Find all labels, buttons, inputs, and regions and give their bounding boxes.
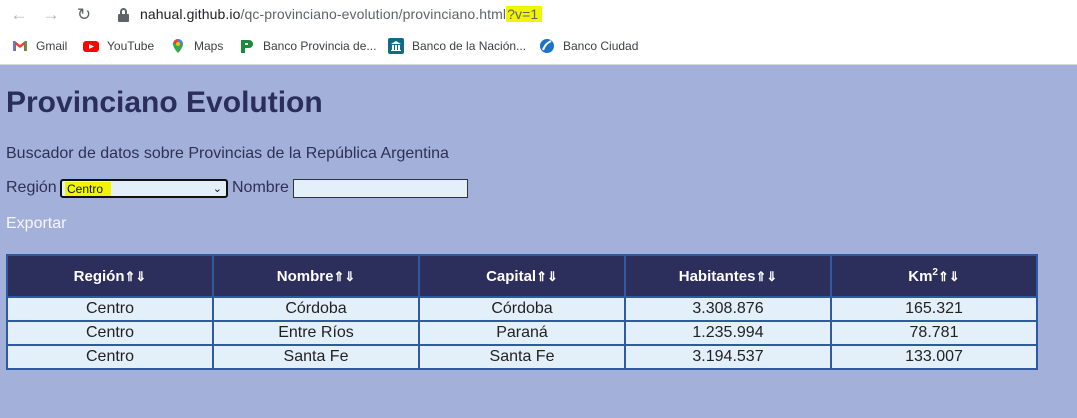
banco-ciudad-icon — [539, 38, 555, 54]
column-header-capital[interactable]: Capital⇑⇓ — [418, 254, 626, 298]
cell-nombre: Córdoba — [212, 296, 420, 322]
url-path: /qc-provinciano-evolution/provinciano.ht… — [240, 6, 507, 22]
column-header-habitantes[interactable]: Habitantes⇑⇓ — [624, 254, 832, 298]
sort-arrows-icon[interactable]: ⇑⇓ — [536, 269, 558, 284]
bookmark-banco-ciudad[interactable]: Banco Ciudad — [539, 36, 638, 56]
bookmark-label: Banco Ciudad — [563, 39, 639, 53]
table-row: Centro Entre Ríos Paraná 1.235.994 78.78… — [6, 320, 1038, 346]
bookmarks-bar: Gmail YouTube Maps Banco Provincia de...… — [0, 36, 1077, 56]
region-label: Región — [6, 179, 57, 196]
lock-icon — [118, 8, 129, 22]
address-bar[interactable]: nahual.github.io/qc-provinciano-evolutio… — [108, 4, 1068, 26]
chevron-down-icon: ⌄ — [212, 183, 222, 195]
reload-icon[interactable]: ↻ — [73, 4, 95, 26]
region-select[interactable]: Centro ⌄ — [60, 179, 228, 198]
header-label: Nombre — [276, 267, 334, 285]
bookmark-label: Gmail — [36, 39, 68, 53]
cell-habitantes: 3.308.876 — [624, 296, 832, 322]
cell-region: Centro — [6, 320, 214, 346]
youtube-icon — [83, 38, 99, 54]
cell-region: Centro — [6, 296, 214, 322]
table-header-row: Región⇑⇓ Nombre⇑⇓ Capital⇑⇓ Habitantes⇑⇓… — [6, 254, 1038, 298]
url-text[interactable]: nahual.github.io/qc-provinciano-evolutio… — [140, 6, 543, 22]
cell-region: Centro — [6, 344, 214, 370]
cell-capital: Paraná — [418, 320, 626, 346]
column-header-km2[interactable]: Km2⇑⇓ — [830, 254, 1038, 298]
bookmark-label: YouTube — [107, 39, 155, 53]
bookmark-banco-nacion[interactable]: Banco de la Nación... — [388, 36, 526, 56]
cell-capital: Córdoba — [418, 296, 626, 322]
export-link[interactable]: Exportar — [6, 215, 66, 233]
name-input[interactable] — [293, 179, 468, 198]
table-row: Centro Córdoba Córdoba 3.308.876 165.321 — [6, 296, 1038, 322]
provinces-table: Región⇑⇓ Nombre⇑⇓ Capital⇑⇓ Habitantes⇑⇓… — [6, 254, 1038, 370]
cell-km2: 133.007 — [830, 344, 1038, 370]
page-subtitle: Buscador de datos sobre Provincias de la… — [6, 145, 449, 162]
banco-nacion-icon — [388, 38, 404, 54]
cell-capital: Santa Fe — [418, 344, 626, 370]
sort-arrows-icon[interactable]: ⇑⇓ — [333, 269, 355, 284]
maps-icon — [170, 38, 186, 54]
gmail-icon — [12, 38, 28, 54]
back-arrow-icon[interactable]: ← — [8, 4, 30, 26]
bookmark-banco-provincia[interactable]: Banco Provincia de... — [239, 36, 376, 56]
cell-habitantes: 1.235.994 — [624, 320, 832, 346]
column-header-region[interactable]: Región⇑⇓ — [6, 254, 214, 298]
cell-nombre: Santa Fe — [212, 344, 420, 370]
header-label: Región — [73, 267, 125, 285]
page-title: Provinciano Evolution — [6, 86, 323, 119]
table-row: Centro Santa Fe Santa Fe 3.194.537 133.0… — [6, 344, 1038, 370]
browser-chrome: ← → ↻ nahual.github.io/qc-provinciano-ev… — [0, 0, 1077, 65]
header-label: Km — [908, 268, 933, 285]
bookmark-gmail[interactable]: Gmail — [12, 36, 67, 56]
bookmark-label: Banco Provincia de... — [263, 39, 377, 53]
bookmark-youtube[interactable]: YouTube — [83, 36, 154, 56]
forward-arrow-icon[interactable]: → — [40, 4, 62, 26]
banco-provincia-icon — [239, 38, 255, 54]
cell-habitantes: 3.194.537 — [624, 344, 832, 370]
bookmark-label: Maps — [194, 39, 224, 53]
bookmark-label: Banco de la Nación... — [412, 39, 527, 53]
cell-km2: 165.321 — [830, 296, 1038, 322]
column-header-nombre[interactable]: Nombre⇑⇓ — [212, 254, 420, 298]
sort-arrows-icon[interactable]: ⇑⇓ — [125, 269, 147, 284]
url-query: ?v=1 — [506, 6, 543, 22]
region-selected-value: Centro — [65, 182, 112, 196]
cell-km2: 78.781 — [830, 320, 1038, 346]
sort-arrows-icon[interactable]: ⇑⇓ — [755, 269, 777, 284]
name-label: Nombre — [232, 179, 289, 196]
bookmark-maps[interactable]: Maps — [170, 36, 223, 56]
cell-nombre: Entre Ríos — [212, 320, 420, 346]
header-label: Capital — [486, 267, 537, 285]
header-label: Habitantes — [678, 267, 756, 285]
url-host: nahual.github.io — [140, 6, 241, 22]
sort-arrows-icon[interactable]: ⇑⇓ — [938, 269, 960, 284]
